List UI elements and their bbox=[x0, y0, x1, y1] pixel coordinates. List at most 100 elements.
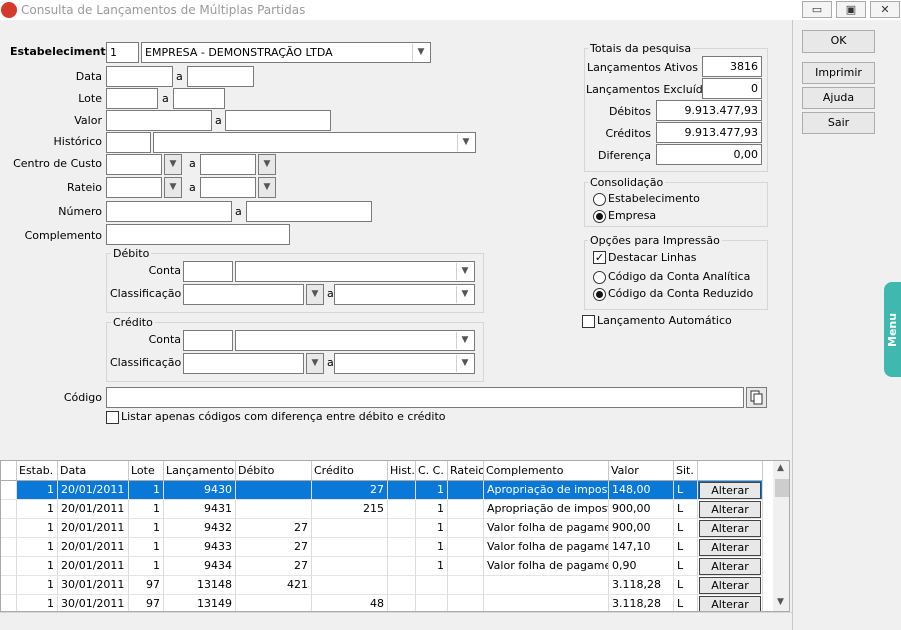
row-indicator[interactable] bbox=[1, 500, 17, 519]
estabelecimento-code-input[interactable]: 1 bbox=[106, 42, 139, 63]
codigo-input[interactable] bbox=[106, 387, 744, 408]
grid-header-cell[interactable]: Data bbox=[58, 461, 129, 481]
lote-to-input[interactable] bbox=[173, 88, 225, 109]
grid-header-cell[interactable]: Hist. bbox=[388, 461, 416, 481]
row-indicator[interactable] bbox=[1, 595, 17, 611]
credito-classificacao-from-dropdown[interactable]: ▼ bbox=[306, 353, 324, 374]
ajuda-button[interactable]: Ajuda bbox=[802, 87, 875, 109]
consolidacao-title: Consolidação bbox=[588, 176, 666, 190]
range-sep: a bbox=[162, 92, 169, 105]
grid-header-cell[interactable]: Lançamento bbox=[164, 461, 236, 481]
alterar-button[interactable]: Alterar bbox=[699, 539, 761, 556]
table-cell bbox=[236, 500, 312, 519]
grid-header-cell[interactable]: Valor bbox=[609, 461, 674, 481]
status-bar bbox=[0, 612, 792, 630]
table-cell: 1 bbox=[129, 538, 164, 557]
alterar-button[interactable]: Alterar bbox=[699, 501, 761, 518]
table-cell: 97 bbox=[129, 595, 164, 611]
table-cell bbox=[312, 519, 388, 538]
vertical-scrollbar[interactable]: ▲ ▼ bbox=[773, 461, 789, 611]
numero-to-input[interactable] bbox=[246, 201, 372, 222]
alterar-button[interactable]: Alterar bbox=[699, 520, 761, 537]
chevron-down-icon: ▼ bbox=[263, 182, 271, 192]
grid-header-cell[interactable]: Sit. bbox=[674, 461, 698, 481]
scroll-down-icon[interactable]: ▼ bbox=[777, 597, 784, 607]
window-title: Consulta de Lançamentos de Múltiplas Par… bbox=[21, 3, 306, 17]
listar-checkbox[interactable] bbox=[106, 411, 119, 424]
data-to-input[interactable] bbox=[187, 66, 254, 87]
estabelecimento-label: Estabelecimento bbox=[10, 45, 114, 58]
ok-button[interactable]: OK bbox=[802, 30, 875, 53]
scrollbar-thumb[interactable] bbox=[775, 479, 789, 497]
credito-conta-select[interactable]: ▼ bbox=[235, 330, 475, 351]
grid-header-cell[interactable]: Rateio bbox=[448, 461, 484, 481]
table-cell: 421 bbox=[236, 576, 312, 595]
alterar-button[interactable]: Alterar bbox=[699, 558, 761, 575]
imprimir-button[interactable]: Imprimir bbox=[802, 62, 875, 84]
row-indicator[interactable] bbox=[1, 576, 17, 595]
grid-header-cell[interactable]: Débito bbox=[236, 461, 312, 481]
alterar-button[interactable]: Alterar bbox=[699, 577, 761, 594]
reduzido-radio[interactable] bbox=[593, 288, 606, 301]
destacar-checkbox[interactable]: ✓ bbox=[593, 251, 606, 264]
data-from-input[interactable] bbox=[106, 66, 173, 87]
historico-select[interactable]: ▼ bbox=[153, 132, 476, 153]
empresa-radio[interactable] bbox=[593, 210, 606, 223]
scroll-up-icon[interactable]: ▲ bbox=[777, 463, 784, 473]
numero-from-input[interactable] bbox=[106, 201, 232, 222]
analitica-radio[interactable] bbox=[593, 271, 606, 284]
lancamento-automatico-checkbox[interactable] bbox=[582, 315, 595, 328]
lancamento-automatico-label: Lançamento Automático bbox=[597, 314, 732, 327]
row-indicator[interactable] bbox=[1, 557, 17, 576]
grid-header-cell[interactable]: C. C. bbox=[416, 461, 448, 481]
centro-custo-to-input[interactable] bbox=[200, 154, 256, 175]
centro-custo-from-input[interactable] bbox=[106, 154, 162, 175]
centro-custo-from-dropdown[interactable]: ▼ bbox=[164, 154, 182, 175]
valor-to-input[interactable] bbox=[225, 110, 331, 131]
table-cell bbox=[448, 500, 484, 519]
close-button[interactable]: ✕ bbox=[870, 1, 900, 18]
sair-button[interactable]: Sair bbox=[802, 112, 875, 134]
debito-classificacao-from-dropdown[interactable]: ▼ bbox=[306, 284, 324, 305]
grid-header-cell[interactable]: Lote bbox=[129, 461, 164, 481]
rateio-to-dropdown[interactable]: ▼ bbox=[258, 177, 276, 198]
debito-classificacao-from-input[interactable] bbox=[183, 284, 304, 305]
maximize-button[interactable]: ▣ bbox=[836, 1, 866, 18]
historico-code-input[interactable] bbox=[106, 132, 151, 153]
minimize-button[interactable]: ▭ bbox=[802, 1, 832, 18]
debito-classificacao-to-select[interactable]: ▼ bbox=[334, 284, 475, 305]
credito-classificacao-to-select[interactable]: ▼ bbox=[334, 353, 475, 374]
alterar-button[interactable]: Alterar bbox=[699, 482, 761, 499]
row-indicator[interactable] bbox=[1, 481, 17, 500]
table-cell: 3.118,28 bbox=[609, 595, 674, 611]
valor-from-input[interactable] bbox=[106, 110, 212, 131]
table-cell: 1 bbox=[17, 500, 58, 519]
debito-classificacao-label: Classificação bbox=[110, 287, 182, 300]
lote-from-input[interactable] bbox=[106, 88, 158, 109]
table-cell: Valor folha de pagamento bbox=[484, 538, 609, 557]
rateio-label: Rateio bbox=[66, 181, 102, 194]
codigo-lookup-button[interactable] bbox=[746, 387, 767, 408]
complemento-input[interactable] bbox=[106, 224, 290, 245]
table-cell bbox=[448, 557, 484, 576]
grid-header-cell[interactable]: Crédito bbox=[312, 461, 388, 481]
rateio-to-input[interactable] bbox=[200, 177, 256, 198]
debito-conta-select[interactable]: ▼ bbox=[235, 261, 475, 282]
table-cell: 27 bbox=[236, 519, 312, 538]
estabelecimento-select[interactable]: EMPRESA - DEMONSTRAÇÃO LTDA ▼ bbox=[141, 42, 431, 63]
credito-conta-input[interactable] bbox=[183, 330, 233, 351]
grid-header-cell[interactable]: Estab. bbox=[17, 461, 58, 481]
row-indicator[interactable] bbox=[1, 538, 17, 557]
chevron-down-icon: ▼ bbox=[263, 159, 271, 169]
grid-header-cell[interactable]: Complemento bbox=[484, 461, 609, 481]
estabelecimento-radio[interactable] bbox=[593, 193, 606, 206]
table-cell: 1 bbox=[129, 519, 164, 538]
table-cell bbox=[416, 595, 448, 611]
rateio-from-input[interactable] bbox=[106, 177, 162, 198]
credito-classificacao-from-input[interactable] bbox=[183, 353, 304, 374]
row-indicator[interactable] bbox=[1, 519, 17, 538]
centro-custo-to-dropdown[interactable]: ▼ bbox=[258, 154, 276, 175]
alterar-button[interactable]: Alterar bbox=[699, 596, 761, 611]
debito-conta-input[interactable] bbox=[183, 261, 233, 282]
rateio-from-dropdown[interactable]: ▼ bbox=[164, 177, 182, 198]
